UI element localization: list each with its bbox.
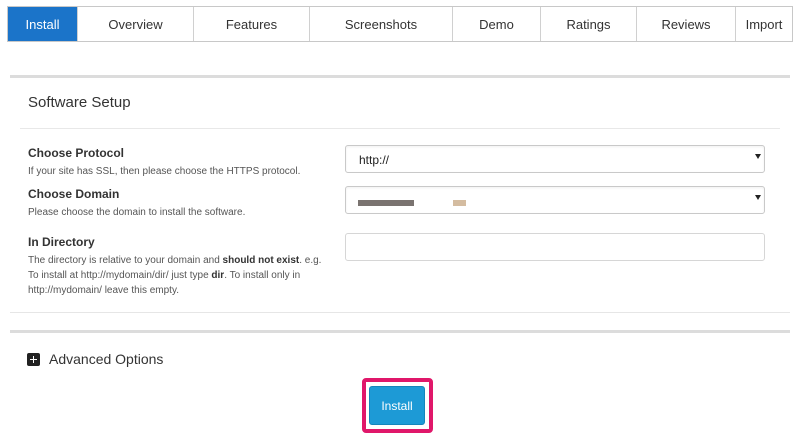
tab-screenshots[interactable]: Screenshots <box>310 7 453 41</box>
tab-install[interactable]: Install <box>8 7 78 41</box>
protocol-select[interactable]: http:// <box>345 145 765 173</box>
chevron-down-icon <box>755 195 761 200</box>
domain-label: Choose Domain <box>28 187 120 201</box>
redacted-domain-part-2 <box>453 200 466 206</box>
chevron-down-icon <box>755 154 761 159</box>
plus-square-icon <box>27 352 40 366</box>
install-button[interactable]: Install <box>369 386 425 425</box>
software-setup-title: Software Setup <box>28 94 131 111</box>
tab-demo[interactable]: Demo <box>453 7 541 41</box>
title-divider <box>20 128 780 129</box>
tab-reviews[interactable]: Reviews <box>637 7 736 41</box>
tab-bar: Install Overview Features Screenshots De… <box>7 6 793 42</box>
tab-ratings[interactable]: Ratings <box>541 7 637 41</box>
tab-import[interactable]: Import <box>736 7 792 41</box>
advanced-options-label: Advanced Options <box>49 351 164 367</box>
software-setup-panel: Software Setup Choose Protocol If your s… <box>10 75 790 313</box>
advanced-options-toggle[interactable]: Advanced Options <box>27 351 163 367</box>
protocol-selected-value: http:// <box>359 153 390 167</box>
directory-label: In Directory <box>28 235 95 249</box>
domain-help: Please choose the domain to install the … <box>28 207 246 218</box>
protocol-label: Choose Protocol <box>28 146 125 160</box>
directory-help: The directory is relative to your domain… <box>28 255 322 296</box>
directory-input[interactable] <box>345 233 765 261</box>
tab-overview[interactable]: Overview <box>78 7 194 41</box>
protocol-help: If your site has SSL, then please choose… <box>28 166 301 177</box>
domain-select[interactable] <box>345 186 765 214</box>
tab-features[interactable]: Features <box>194 7 310 41</box>
redacted-domain-part-1 <box>358 200 414 206</box>
